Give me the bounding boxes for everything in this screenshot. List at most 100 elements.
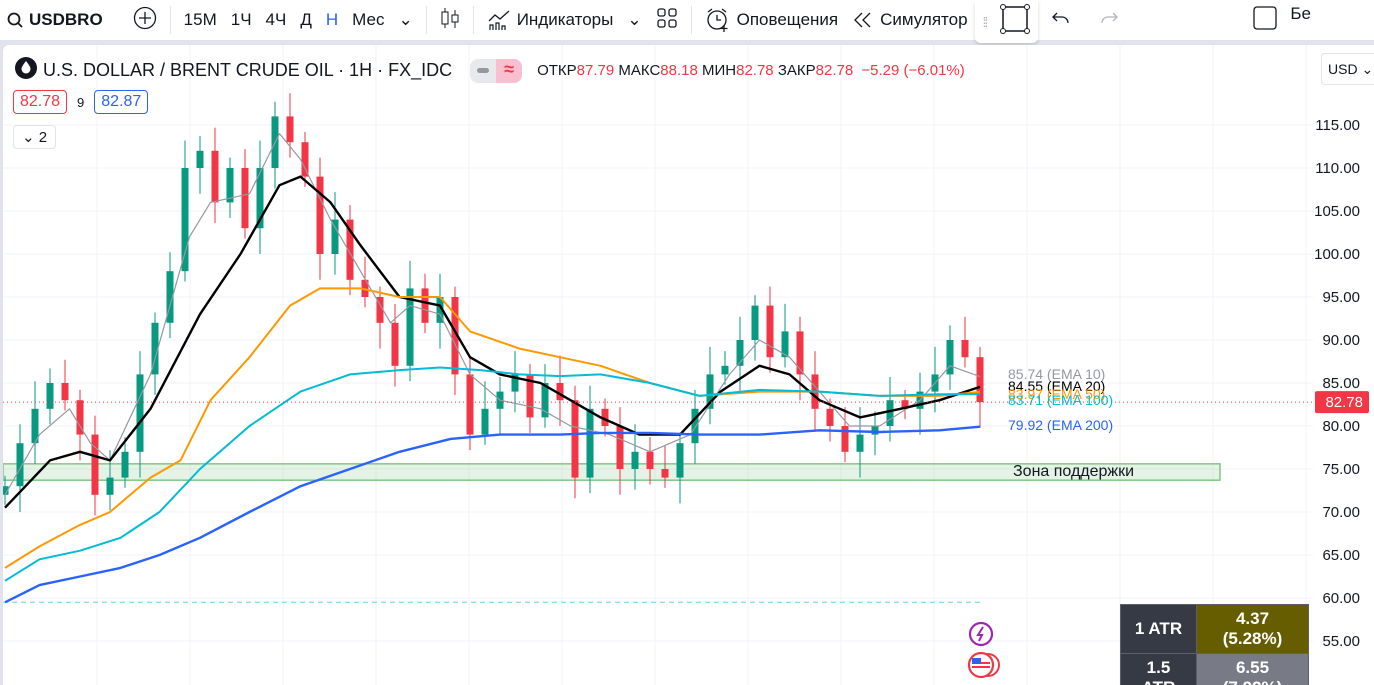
undo-button[interactable] bbox=[1044, 0, 1078, 40]
symbol-search-button[interactable]: USDBRO bbox=[0, 0, 110, 40]
buy-button[interactable]: 82.87 bbox=[94, 90, 149, 114]
candle bbox=[781, 303, 789, 368]
price-axis-tick: 75.00 bbox=[1322, 461, 1360, 478]
candle bbox=[541, 364, 549, 428]
chart-type-button[interactable] bbox=[433, 0, 467, 40]
chevron-down-icon: ⌄ bbox=[1361, 61, 1374, 77]
price-chart[interactable]: 115.00 110.00 105.00 100.00 95.00 90.00 85.00 8… bbox=[3, 45, 1374, 685]
high-label: МАКС bbox=[618, 62, 661, 79]
collapse-indicators-button[interactable]: ⌄ 2 bbox=[13, 125, 57, 149]
price-axis-tick: 90.00 bbox=[1322, 332, 1360, 349]
currency-select[interactable]: USD ⌄ bbox=[1321, 53, 1374, 85]
rewind-icon bbox=[852, 11, 874, 29]
interval-5[interactable]: Мес bbox=[345, 0, 391, 40]
price-axis-tick: 85.00 bbox=[1322, 375, 1360, 392]
change-value: −5.29 (−6.01%) bbox=[861, 62, 965, 79]
symbol-name: USDBRO bbox=[29, 10, 103, 29]
indicators-label: Индикаторы bbox=[516, 10, 614, 29]
price-axis-tick: 95.00 bbox=[1322, 289, 1360, 306]
price-axis-tick: 60.00 bbox=[1322, 590, 1360, 607]
candle bbox=[946, 325, 954, 390]
price-axis-tick: 65.00 bbox=[1322, 547, 1360, 564]
candle-body bbox=[631, 451, 639, 469]
alerts-button[interactable]: Оповещения bbox=[698, 0, 846, 40]
compare-symbol-button[interactable] bbox=[126, 0, 164, 40]
layout-button[interactable] bbox=[649, 0, 685, 40]
chevron-down-icon: ⌄ bbox=[627, 10, 642, 29]
interval-4[interactable]: Н bbox=[319, 0, 345, 40]
us-flag-event-icon[interactable] bbox=[966, 650, 1006, 685]
price-axis-tick: 115.00 bbox=[1315, 117, 1360, 134]
candle-body bbox=[46, 383, 54, 409]
candle-body bbox=[301, 142, 309, 177]
candle bbox=[286, 93, 294, 158]
interval-2[interactable]: 4Ч bbox=[259, 0, 294, 40]
redo-icon bbox=[1099, 10, 1119, 31]
candle-body bbox=[181, 168, 189, 272]
redo-button[interactable] bbox=[1092, 0, 1126, 40]
indicators-dropdown[interactable]: ⌄ bbox=[620, 0, 648, 40]
price-axis-tick: 55.00 bbox=[1322, 633, 1360, 650]
candle-body bbox=[211, 150, 219, 203]
candle-body bbox=[481, 408, 489, 435]
ema-line bbox=[4, 175, 981, 509]
currency-value: USD bbox=[1328, 61, 1358, 77]
close-value: 82.78 bbox=[815, 62, 854, 79]
candle bbox=[451, 286, 459, 396]
candle bbox=[271, 101, 279, 189]
replay-label: Симулятор bbox=[880, 10, 968, 29]
indicators-icon bbox=[487, 9, 511, 31]
fullscreen-checkbox[interactable] bbox=[1246, 0, 1284, 40]
atr-row: 1.5 ATR6.55 (7.92%) bbox=[1120, 653, 1309, 685]
divider bbox=[425, 6, 427, 34]
candle-body bbox=[826, 408, 834, 426]
support-zone-label: Зона поддержки bbox=[1013, 463, 1134, 480]
candle bbox=[211, 127, 219, 224]
floating-drawing-toolbar: ⁞⁞ bbox=[974, 0, 1039, 43]
ema-line bbox=[4, 287, 981, 569]
approx-icon: ≈ bbox=[496, 58, 523, 83]
candle-body bbox=[691, 408, 699, 444]
candle bbox=[46, 368, 54, 425]
candle-body bbox=[856, 434, 864, 452]
drag-handle-icon[interactable]: ⁞⁞ bbox=[983, 14, 989, 30]
atr-row: 1 ATR 4.37 (5.28%) bbox=[1120, 604, 1309, 654]
candle bbox=[376, 286, 384, 349]
price-axis-tick: 110.00 bbox=[1315, 160, 1360, 177]
ema-label: 83.71 (EMA 100) bbox=[1008, 392, 1113, 408]
interval-0[interactable]: 15М bbox=[177, 0, 224, 40]
candle-body bbox=[61, 383, 69, 401]
interval-3[interactable]: Д bbox=[293, 0, 319, 40]
minus-icon bbox=[470, 58, 497, 83]
candle bbox=[961, 316, 969, 368]
candle bbox=[226, 157, 234, 218]
candle bbox=[31, 381, 39, 464]
interval-1[interactable]: 1Ч bbox=[224, 0, 259, 40]
candle-body bbox=[121, 451, 129, 478]
candle bbox=[796, 316, 804, 401]
candle bbox=[196, 136, 204, 194]
atr-label: 1.5 ATR bbox=[1120, 653, 1197, 685]
replay-button[interactable]: Симулятор bbox=[845, 0, 974, 40]
rectangle-tool-icon[interactable] bbox=[1000, 4, 1031, 39]
interval-dropdown[interactable]: ⌄ bbox=[391, 0, 419, 40]
candle-body bbox=[886, 400, 894, 426]
chart-pane[interactable]: 115.00 110.00 105.00 100.00 95.00 90.00 85.00 8… bbox=[3, 45, 1374, 685]
price-axis-tick: 70.00 bbox=[1322, 504, 1360, 521]
ema-value: 79.92 bbox=[1008, 417, 1043, 433]
account-label[interactable]: Бе bbox=[1290, 4, 1311, 24]
candle bbox=[676, 432, 684, 504]
candles-icon bbox=[440, 6, 460, 35]
lightning-event-icon[interactable] bbox=[967, 620, 995, 653]
candle-body bbox=[316, 176, 324, 254]
candle-body bbox=[331, 219, 339, 254]
alarm-clock-icon bbox=[705, 7, 731, 33]
ema-value: 83.71 bbox=[1008, 392, 1043, 408]
sell-button[interactable]: 82.78 bbox=[13, 90, 68, 114]
grid-icon bbox=[656, 7, 678, 34]
indicators-button[interactable]: Индикаторы bbox=[480, 0, 621, 40]
legend-toggle-button[interactable]: ≈ bbox=[470, 58, 523, 83]
divider bbox=[472, 6, 474, 34]
last-price-label: 82.78 bbox=[1325, 394, 1363, 411]
candle-body bbox=[586, 408, 594, 478]
